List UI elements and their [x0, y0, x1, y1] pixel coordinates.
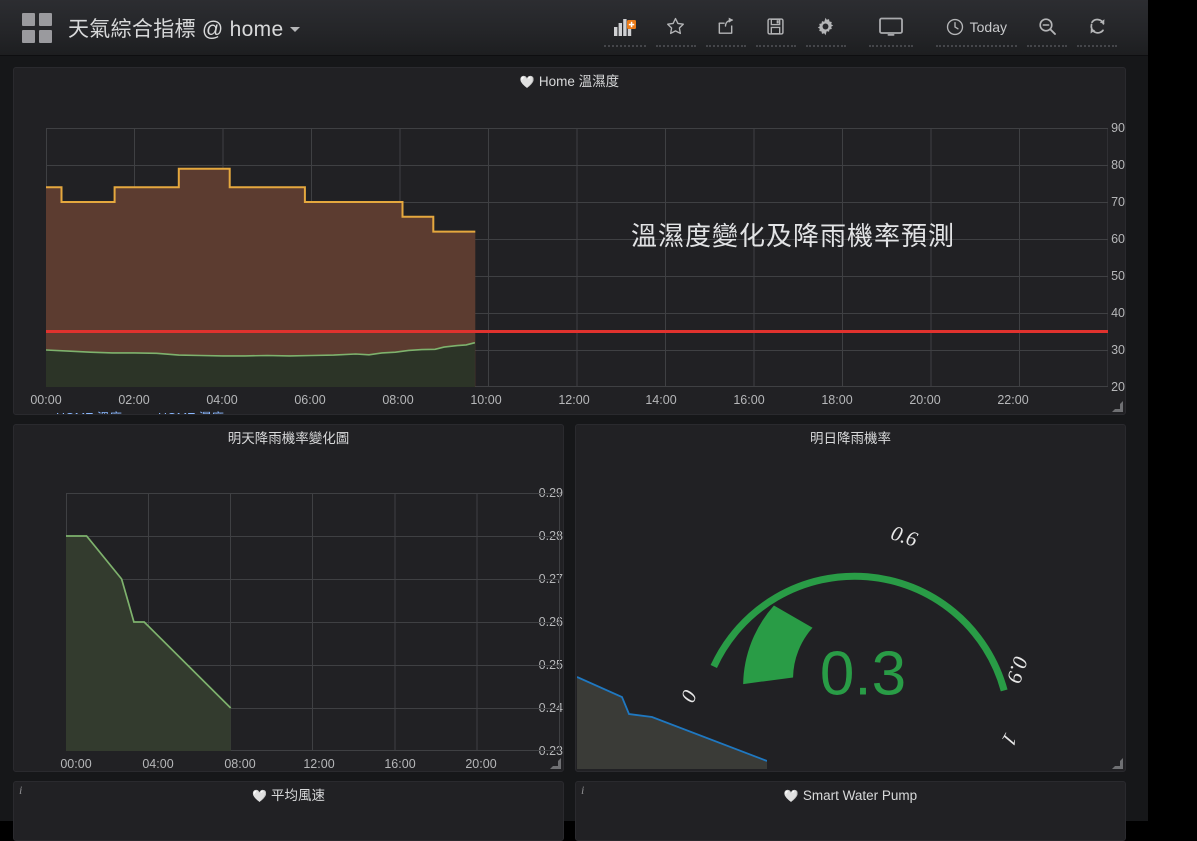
panel-title-rain-probability-gauge[interactable]: 明日降雨機率	[576, 425, 1125, 452]
x-tick: 10:00	[470, 393, 502, 407]
overlay-annotation: 溫濕度變化及降雨機率預測	[631, 221, 956, 251]
gauge-value-text: 0.3	[819, 639, 907, 709]
chevron-down-icon	[290, 27, 301, 33]
x-tick: 20:00	[909, 393, 941, 407]
plot-area-rain-probability	[66, 493, 560, 751]
x-tick: 16:00	[384, 757, 416, 771]
save-icon	[767, 18, 784, 35]
refresh-icon	[1089, 18, 1104, 34]
dashboard-board: 🤍 Home 溫濕度 90 80 70 60 50 40 30 20 溫濕度變化…	[0, 56, 1148, 841]
plot-svg	[66, 493, 560, 751]
plot-svg	[46, 128, 1108, 387]
x-tick: 04:00	[142, 757, 174, 771]
plot-area-home-temp-humidity	[46, 128, 1108, 387]
monitor-icon	[878, 17, 903, 36]
navbar-left: 天氣綜合指標 @ home	[0, 12, 301, 43]
top-navbar: 天氣綜合指標 @ home Today	[0, 0, 1148, 56]
info-icon[interactable]: i	[19, 783, 22, 798]
x-tick: 00:00	[60, 757, 92, 771]
clock-icon	[946, 18, 963, 35]
x-tick: 14:00	[645, 393, 677, 407]
dashboard-app: 天氣綜合指標 @ home Today 🤍 Home 溫濕度 90 80 70 …	[0, 0, 1148, 841]
legend-home-temp-humidity: HOME 溫度 HOME 濕度	[14, 407, 1125, 414]
x-tick: 00:00	[30, 393, 62, 407]
heart-icon: 🤍	[252, 789, 267, 803]
x-tick: 18:00	[821, 393, 853, 407]
heart-icon: 🤍	[783, 789, 799, 803]
save-dashboard-button[interactable]	[755, 9, 796, 47]
legend-item[interactable]: HOME 濕度	[138, 407, 224, 414]
grid-icon[interactable]	[22, 12, 52, 43]
panel-title-text: Smart Water Pump	[802, 788, 918, 803]
navbar-right: Today	[599, 0, 1148, 55]
tv-mode-button[interactable]	[868, 9, 913, 47]
gauge-rain-probability[interactable]: 0.3 0 0.6 0.9 1	[576, 452, 1125, 770]
heart-icon: 🤍	[519, 75, 535, 89]
add-panel-button[interactable]	[603, 9, 646, 47]
x-tick: 08:00	[382, 393, 414, 407]
panel-title-text: Home 溫濕度	[538, 74, 620, 89]
dashboard-title-text: 天氣綜合指標 @ home	[68, 17, 284, 41]
x-tick: 06:00	[294, 393, 326, 407]
x-tick: 12:00	[558, 393, 590, 407]
x-tick: 20:00	[465, 757, 497, 771]
star-dashboard-button[interactable]	[655, 9, 696, 47]
time-picker-button[interactable]: Today	[935, 9, 1017, 47]
panel-home-temp-humidity[interactable]: 🤍 Home 溫濕度 90 80 70 60 50 40 30 20 溫濕度變化…	[13, 67, 1126, 415]
x-tick: 02:00	[118, 393, 150, 407]
dashboard-row-3: i 🤍 平均風速 i 🤍 Smart Water Pump	[13, 781, 1135, 841]
x-tick: 04:00	[206, 393, 238, 407]
dashboard-settings-button[interactable]	[805, 9, 846, 47]
graph-rain-probability[interactable]: 0.29 0.28 0.27 0.26 0.25 0.24 0.23 00:00…	[14, 452, 563, 771]
dashboard-row-1: 🤍 Home 溫濕度 90 80 70 60 50 40 30 20 溫濕度變化…	[13, 67, 1135, 415]
dashboard-row-2: 明天降雨機率變化圖 0.29 0.28 0.27 0.26 0.25 0.24 …	[13, 424, 1135, 772]
x-tick: 22:00	[997, 393, 1029, 407]
panel-resize-handle[interactable]	[551, 759, 561, 769]
share-icon	[718, 17, 734, 34]
legend-label: 明天降雨機率	[56, 771, 131, 772]
star-icon	[667, 17, 685, 35]
x-tick: 08:00	[224, 757, 256, 771]
legend-item[interactable]: 明天降雨機率	[36, 771, 131, 772]
share-dashboard-button[interactable]	[705, 9, 746, 47]
dashboard-title-dropdown[interactable]: 天氣綜合指標 @ home	[68, 13, 301, 43]
time-picker-label: Today	[969, 18, 1007, 35]
legend-rain-probability: 明天降雨機率	[14, 771, 563, 772]
add-panel-icon	[613, 18, 636, 36]
magnifier-minus-icon	[1038, 18, 1056, 35]
legend-label: HOME 溫度	[56, 407, 122, 414]
panel-title-rain-probability-graph[interactable]: 明天降雨機率變化圖	[14, 425, 563, 452]
panel-title-text: 平均風速	[270, 788, 325, 803]
graph-home-temp-humidity[interactable]: 90 80 70 60 50 40 30 20 溫濕度變化及降雨機率預測 00:…	[14, 95, 1125, 407]
zoom-out-time-button[interactable]	[1027, 9, 1067, 47]
panel-title-text: 明日降雨機率	[810, 431, 891, 446]
panel-rain-probability-graph[interactable]: 明天降雨機率變化圖 0.29 0.28 0.27 0.26 0.25 0.24 …	[13, 424, 564, 772]
panel-avg-wind-speed[interactable]: i 🤍 平均風速	[13, 781, 564, 841]
gauge-svg	[710, 572, 1008, 692]
info-icon[interactable]: i	[581, 783, 584, 798]
gear-icon	[817, 17, 834, 36]
panel-title-home-temp-humidity[interactable]: 🤍 Home 溫濕度	[14, 68, 1125, 95]
panel-title-avg-wind-speed[interactable]: 🤍 平均風速	[14, 782, 563, 809]
x-tick: 16:00	[733, 393, 765, 407]
panel-title-smart-water-pump[interactable]: 🤍 Smart Water Pump	[576, 782, 1125, 809]
refresh-dashboard-button[interactable]	[1077, 9, 1117, 47]
x-tick: 12:00	[303, 757, 335, 771]
panel-rain-probability-gauge[interactable]: 明日降雨機率 0.3 0 0.6 0.9 1	[575, 424, 1126, 772]
panel-title-text: 明天降雨機率變化圖	[227, 431, 350, 446]
panel-smart-water-pump[interactable]: i 🤍 Smart Water Pump	[575, 781, 1126, 841]
legend-label: HOME 濕度	[158, 407, 224, 414]
legend-item[interactable]: HOME 溫度	[36, 407, 122, 414]
